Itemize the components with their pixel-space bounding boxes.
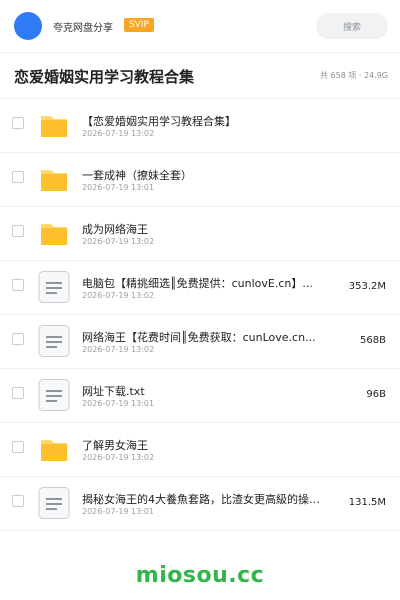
file-size: 131.5M	[348, 497, 386, 508]
folder-icon	[38, 217, 70, 249]
file-row[interactable]: 了解男女海王 2026-07-19 13:02	[0, 423, 400, 477]
file-date: 2026-07-19 13:02	[82, 291, 155, 300]
page-title: 恋爱婚姻实用学习教程合集	[14, 68, 195, 86]
file-row[interactable]: 电脑包【精挑细选║免费提供：cunlovE.cn】... 2026-07-19 …	[0, 261, 400, 315]
file-size: 568B	[360, 335, 386, 346]
file-date: 2026-07-19 13:01	[82, 507, 155, 516]
file-row[interactable]: 网址下载.txt 2026-07-19 13:01 96B	[0, 369, 400, 423]
document-icon	[38, 271, 70, 303]
file-name[interactable]: 成为网络海王	[82, 221, 322, 237]
file-date: 2026-07-19 13:02	[82, 129, 155, 138]
file-row[interactable]: 【恋爱婚姻实用学习教程合集】 2026-07-19 13:02	[0, 99, 400, 153]
file-name[interactable]: 了解男女海王	[82, 437, 322, 453]
file-date: 2026-07-19 13:01	[82, 399, 155, 408]
svip-badge: SVIP	[124, 18, 154, 32]
file-date: 2026-07-19 13:02	[82, 237, 155, 246]
top-header: 夸克网盘分享 SVIP 搜索	[0, 0, 400, 53]
file-size: 96B	[366, 389, 386, 400]
footer: miosou.cc	[0, 548, 400, 600]
avatar[interactable]	[14, 12, 42, 40]
folder-icon	[38, 109, 70, 141]
search-placeholder: 搜索	[342, 23, 361, 33]
document-icon	[38, 487, 70, 519]
folder-icon	[38, 433, 70, 465]
file-name[interactable]: 网址下载.txt	[82, 383, 322, 399]
file-name[interactable]: 电脑包【精挑细选║免费提供：cunlovE.cn】...	[82, 275, 322, 291]
document-icon	[38, 325, 70, 357]
row-checkbox[interactable]	[12, 495, 24, 507]
file-row[interactable]: 网络海王【花费时间║免费获取：cunLove.cn... 2026-07-19 …	[0, 315, 400, 369]
row-checkbox[interactable]	[12, 387, 24, 399]
file-date: 2026-07-19 13:01	[82, 183, 155, 192]
file-list: 【恋爱婚姻实用学习教程合集】 2026-07-19 13:02 一套成神（撩妹全…	[0, 99, 400, 531]
file-row[interactable]: 揭秘女海王的4大養魚套路，比渣女更高級的操作！丨兩 2026-07-19 13:…	[0, 477, 400, 531]
search-button[interactable]: 搜索	[316, 13, 388, 39]
file-name[interactable]: 揭秘女海王的4大養魚套路，比渣女更高級的操作！丨兩	[82, 491, 322, 507]
file-name[interactable]: 【恋爱婚姻实用学习教程合集】	[82, 113, 322, 129]
file-date: 2026-07-19 13:02	[82, 345, 155, 354]
folder-icon	[38, 163, 70, 195]
file-name[interactable]: 网络海王【花费时间║免费获取：cunLove.cn...	[82, 329, 322, 345]
file-name[interactable]: 一套成神（撩妹全套）	[82, 167, 322, 183]
file-row[interactable]: 一套成神（撩妹全套） 2026-07-19 13:01	[0, 153, 400, 207]
file-row[interactable]: 成为网络海王 2026-07-19 13:02	[0, 207, 400, 261]
document-icon	[38, 379, 70, 411]
watermark: miosou.cc	[135, 563, 265, 588]
row-checkbox[interactable]	[12, 441, 24, 453]
file-date: 2026-07-19 13:02	[82, 453, 155, 462]
file-size: 353.2M	[348, 281, 386, 292]
row-checkbox[interactable]	[12, 171, 24, 183]
row-checkbox[interactable]	[12, 117, 24, 129]
row-checkbox[interactable]	[12, 333, 24, 345]
row-checkbox[interactable]	[12, 279, 24, 291]
row-checkbox[interactable]	[12, 225, 24, 237]
account-name[interactable]: 夸克网盘分享	[53, 19, 113, 34]
file-summary: 共 658 项 · 24.9G	[320, 71, 388, 80]
title-bar: 恋爱婚姻实用学习教程合集 共 658 项 · 24.9G	[0, 53, 400, 99]
